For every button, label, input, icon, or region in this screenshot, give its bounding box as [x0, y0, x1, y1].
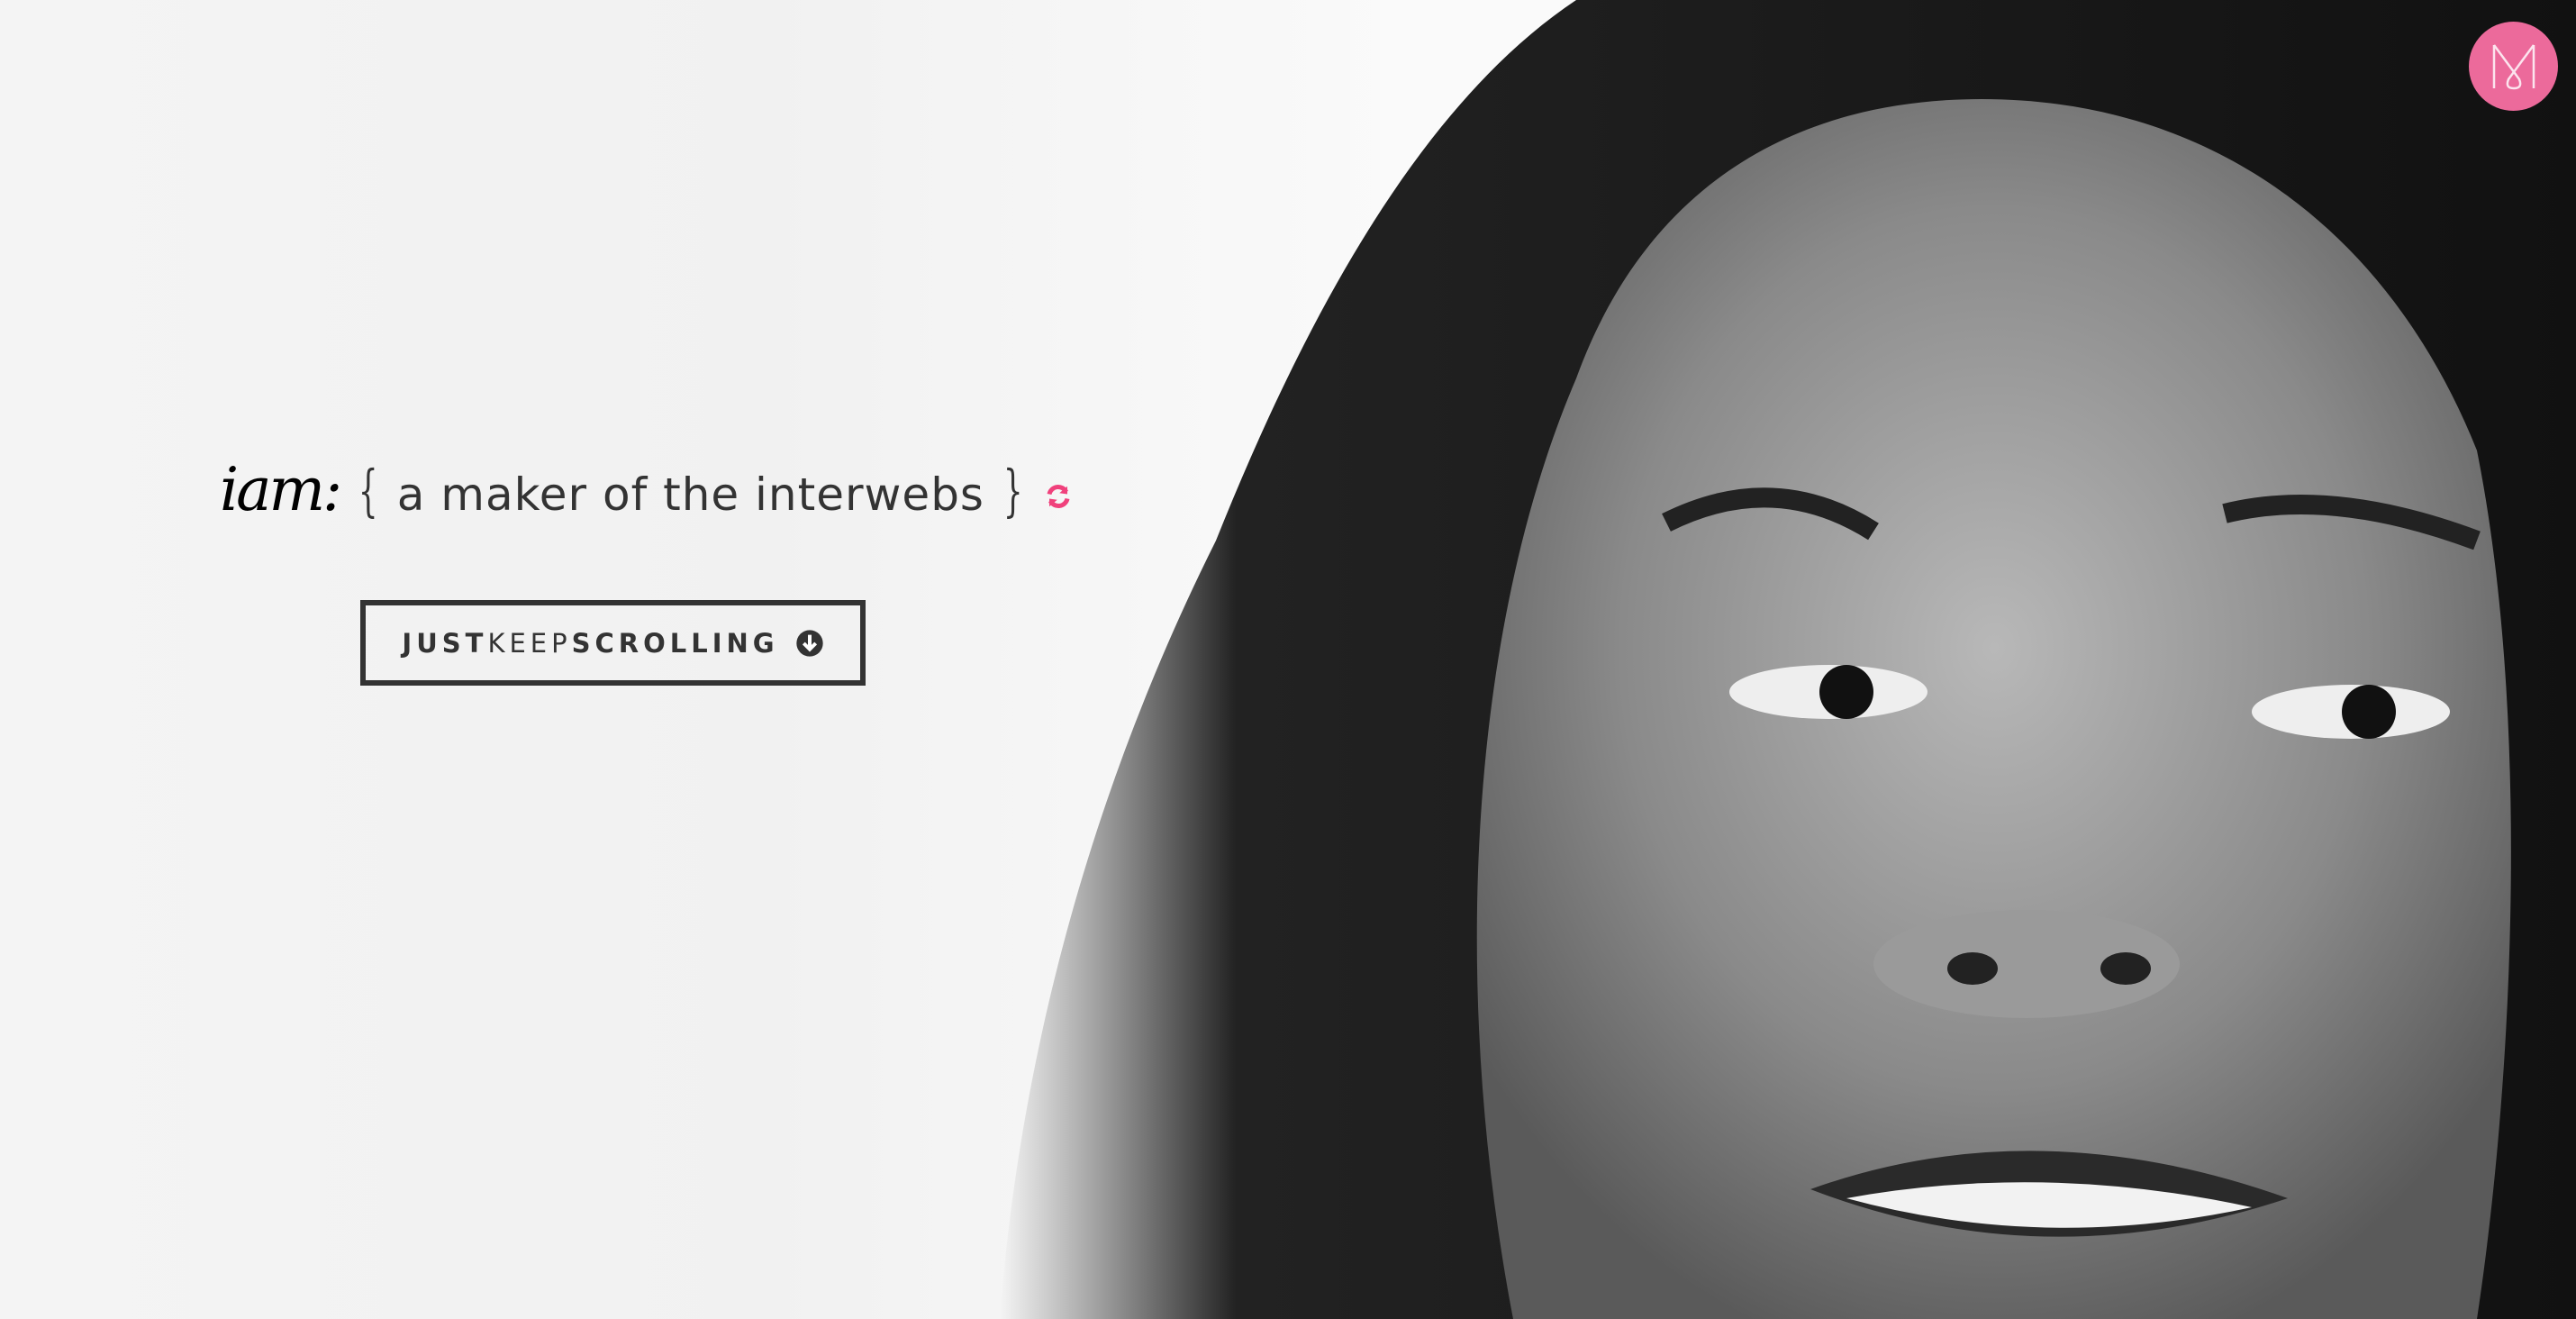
button-text-keep: KEEP — [487, 627, 572, 659]
close-brace: } — [1002, 458, 1023, 523]
rotating-phrase: a maker of the interwebs — [396, 468, 984, 521]
m-logo-icon — [2492, 43, 2535, 89]
button-text-scrolling: SCROLLING — [571, 627, 779, 659]
refresh-icon[interactable] — [1045, 483, 1072, 510]
just-keep-scrolling-button[interactable]: JUST KEEP SCROLLING — [360, 600, 866, 686]
site-logo[interactable] — [2469, 22, 2558, 111]
arrow-circle-down-icon — [795, 629, 823, 657]
open-brace: { — [358, 458, 378, 523]
hero-headline: iam: { a maker of the interwebs } — [220, 455, 1072, 524]
hero-portrait-photo — [1000, 0, 2576, 1319]
iam-label: iam: — [220, 455, 342, 524]
button-text-just: JUST — [402, 627, 488, 659]
